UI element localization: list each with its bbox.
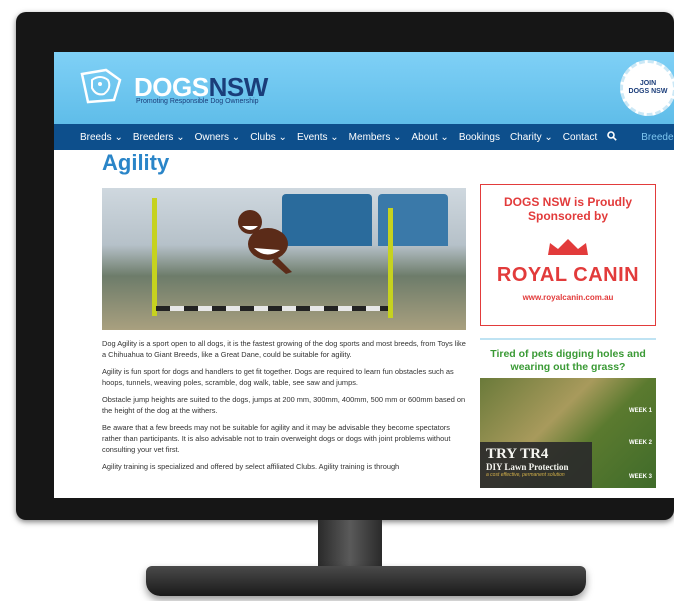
lawn-sub: DIY Lawn Protection [486, 462, 569, 472]
breeder-login-link[interactable]: Breeder Login [641, 132, 674, 143]
paragraph: Obstacle jump heights are suited to the … [102, 395, 466, 415]
lawn-product: TRY TR4 [486, 446, 549, 462]
sponsor-url[interactable]: www.royalcanin.com.au [481, 293, 655, 302]
lawn-ad-title: Tired of pets digging holes and wearing … [490, 348, 646, 373]
monitor-frame: DOGSNSW Promoting Responsible Dog Owners… [16, 12, 674, 520]
nav-item-members[interactable]: Members ⌄ [349, 132, 402, 143]
nav-item-events[interactable]: Events ⌄ [297, 132, 339, 143]
lawn-slogan: a cost effective, permanent solution [486, 472, 565, 478]
browser-screen: DOGSNSW Promoting Responsible Dog Owners… [54, 52, 674, 498]
sponsor-brand: ROYAL CANIN [496, 264, 640, 286]
paragraph: Be aware that a few breeds may not be su… [102, 423, 451, 454]
paragraph: Agility is fun sport for dogs and handle… [102, 367, 454, 387]
sponsor-title: DOGS NSW is Proudly Sponsored by [503, 195, 632, 223]
monitor-base [146, 566, 586, 596]
nav-item-breeds[interactable]: Breeds ⌄ [80, 132, 123, 143]
jump-pole [152, 198, 157, 316]
nav-item-clubs[interactable]: Clubs ⌄ [250, 132, 287, 143]
paragraph: Dog Agility is a sport open to all dogs,… [102, 339, 466, 359]
royal-canin-sponsor-ad[interactable]: DOGS NSW is Proudly Sponsored by ROYAL C… [480, 184, 656, 326]
page-title: Agility [102, 150, 170, 175]
sidebar-divider [480, 338, 656, 340]
paragraph: Agility training is specialized and offe… [102, 462, 400, 471]
dog-jumping-icon [238, 210, 292, 274]
join-label-1: JOIN [639, 80, 657, 87]
lawn-ad-image: WEEK 1 WEEK 2 WEEK 3 TRY TR4 DIY Lawn Pr… [480, 378, 656, 488]
dog-logo-icon[interactable] [78, 66, 124, 106]
nav-item-bookings[interactable]: Bookings [459, 132, 500, 143]
nav-item-contact[interactable]: Contact [563, 132, 597, 143]
monitor-neck [318, 520, 382, 570]
nav-item-about[interactable]: About ⌄ [412, 132, 449, 143]
main-nav: Breeds ⌄ Breeders ⌄ Owners ⌄ Clubs ⌄ Eve… [54, 124, 674, 150]
lawn-ad-panel: TRY TR4 DIY Lawn Protection a cost effec… [480, 442, 592, 488]
site-header: DOGSNSW Promoting Responsible Dog Owners… [54, 52, 674, 124]
agility-hero-image [102, 188, 466, 330]
site-tagline: Promoting Responsible Dog Ownership [136, 98, 259, 105]
search-icon[interactable] [607, 130, 618, 144]
tr4-lawn-ad[interactable]: Tired of pets digging holes and wearing … [480, 348, 656, 498]
jump-pole [388, 208, 393, 318]
nav-item-owners[interactable]: Owners ⌄ [195, 132, 241, 143]
join-dogs-nsw-button[interactable]: JOIN DOGS NSW [620, 60, 674, 116]
nav-item-charity[interactable]: Charity ⌄ [510, 132, 553, 143]
join-label-2: DOGS NSW [628, 88, 668, 95]
week-label: WEEK 2 [628, 440, 652, 446]
crown-icon [548, 239, 588, 255]
week-label: WEEK 3 [628, 474, 652, 480]
week-label: WEEK 1 [628, 408, 652, 414]
jump-bar [156, 306, 388, 311]
article-content: Dog Agility is a sport open to all dogs,… [102, 338, 466, 478]
nav-item-breeders[interactable]: Breeders ⌄ [133, 132, 185, 143]
